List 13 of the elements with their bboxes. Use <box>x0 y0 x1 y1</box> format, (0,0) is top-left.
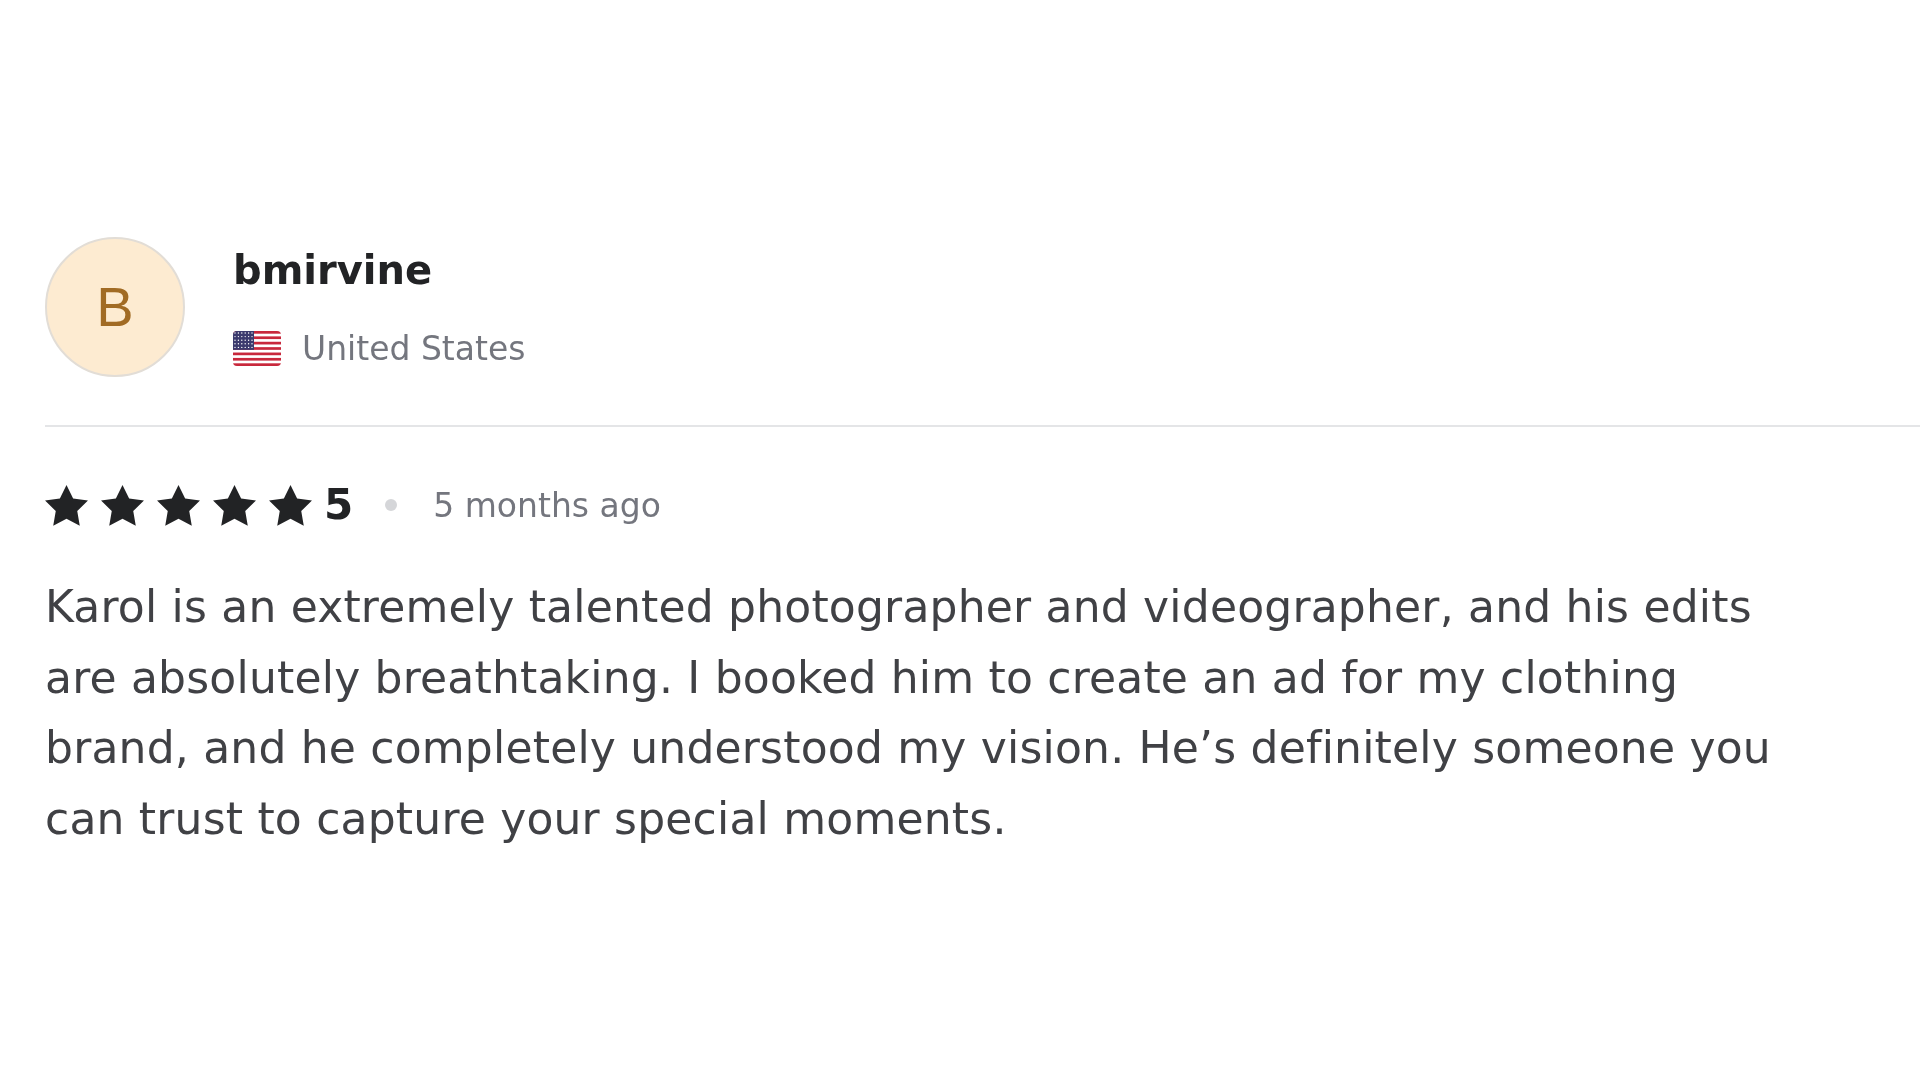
country-name: United States <box>302 328 526 369</box>
star-icon <box>101 484 144 526</box>
review-text: Karol is an extremely talented photographer and videographer, and his edits are absolutely breathtaking. I booked him to create an ad for my clothing brand, and he completely understood my vision. He’s definitely someone you can trust to capture your special moments. <box>45 580 1772 846</box>
review-time: 5 months ago <box>433 488 661 522</box>
username: bmirvine <box>233 245 434 294</box>
star-icon <box>269 484 312 526</box>
flag-icon <box>233 331 281 366</box>
avatar-initial: B <box>45 237 185 377</box>
star-icon <box>45 484 88 526</box>
star-icon <box>213 484 256 526</box>
rating-value: 5 <box>324 484 354 526</box>
separator-dot-icon <box>385 499 398 511</box>
star-icon <box>157 484 200 526</box>
